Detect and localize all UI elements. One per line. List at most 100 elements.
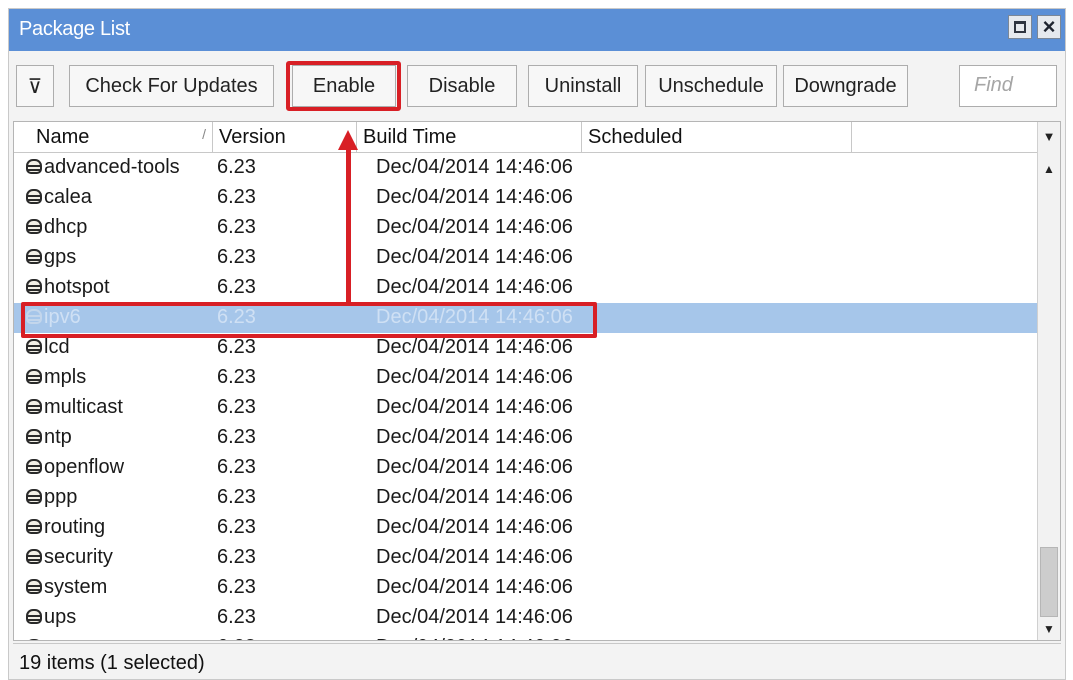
column-header-version[interactable]: Version xyxy=(213,122,357,152)
annotation-arrow-head-icon xyxy=(338,130,358,150)
package-icon xyxy=(26,189,42,204)
cell-build-time: Dec/04/2014 14:46:06 xyxy=(376,186,573,208)
column-header-name[interactable]: Name / xyxy=(14,122,213,152)
table-row[interactable]: ntp 6.23 Dec/04/2014 14:46:06 xyxy=(14,423,1039,453)
cell-name: lcd xyxy=(44,336,70,358)
find-input[interactable]: Find xyxy=(959,65,1057,107)
enable-highlight-annotation xyxy=(286,61,401,111)
table-row[interactable]: hotspot 6.23 Dec/04/2014 14:46:06 xyxy=(14,273,1039,303)
package-icon xyxy=(26,249,42,264)
scroll-thumb[interactable] xyxy=(1040,547,1058,617)
package-icon xyxy=(26,579,42,594)
package-icon xyxy=(26,279,42,294)
window-titlebar[interactable]: Package List × xyxy=(9,9,1065,51)
table-row[interactable]: ppp 6.23 Dec/04/2014 14:46:06 xyxy=(14,483,1039,513)
table-row[interactable]: 6.23 Dec/04/2014 14:46:06 xyxy=(14,633,1039,640)
package-icon xyxy=(26,489,42,504)
window-title: Package List xyxy=(19,18,130,40)
cell-version: 6.23 xyxy=(217,426,256,448)
cell-build-time: Dec/04/2014 14:46:06 xyxy=(376,336,573,358)
cell-build-time: Dec/04/2014 14:46:06 xyxy=(376,606,573,628)
cell-build-time: Dec/04/2014 14:46:06 xyxy=(376,576,573,598)
package-list-window: Package List × ⊽ Check For Updates Enabl… xyxy=(8,8,1066,680)
cell-build-time: Dec/04/2014 14:46:06 xyxy=(376,636,573,640)
scroll-up-icon[interactable]: ▲ xyxy=(1038,158,1060,180)
table-row[interactable]: system 6.23 Dec/04/2014 14:46:06 xyxy=(14,573,1039,603)
package-icon xyxy=(26,399,42,414)
cell-name: hotspot xyxy=(44,276,110,298)
cell-name: security xyxy=(44,546,113,568)
column-header-scheduled[interactable]: Scheduled xyxy=(582,122,852,152)
table-row[interactable]: advanced-tools 6.23 Dec/04/2014 14:46:06 xyxy=(14,153,1039,183)
cell-version: 6.23 xyxy=(217,246,256,268)
downgrade-button[interactable]: Downgrade xyxy=(783,65,908,107)
cell-name: ups xyxy=(44,606,77,628)
cell-name: ntp xyxy=(44,426,72,448)
column-menu-icon[interactable]: ▼ xyxy=(1038,122,1060,152)
restore-icon[interactable] xyxy=(1008,15,1032,39)
cell-version: 6.23 xyxy=(217,576,256,598)
cell-version: 6.23 xyxy=(217,186,256,208)
package-icon xyxy=(26,339,42,354)
table-row[interactable]: ups 6.23 Dec/04/2014 14:46:06 xyxy=(14,603,1039,633)
cell-version: 6.23 xyxy=(217,156,256,178)
selected-row-highlight-annotation xyxy=(21,302,597,338)
table-row[interactable]: openflow 6.23 Dec/04/2014 14:46:06 xyxy=(14,453,1039,483)
cell-version: 6.23 xyxy=(217,366,256,388)
package-icon xyxy=(26,609,42,624)
filter-icon: ⊽ xyxy=(27,75,43,98)
disable-button[interactable]: Disable xyxy=(407,65,517,107)
close-icon[interactable]: × xyxy=(1037,14,1061,39)
table-row[interactable]: gps 6.23 Dec/04/2014 14:46:06 xyxy=(14,243,1039,273)
cell-name: multicast xyxy=(44,396,123,418)
cell-build-time: Dec/04/2014 14:46:06 xyxy=(376,456,573,478)
cell-version: 6.23 xyxy=(217,276,256,298)
package-icon xyxy=(26,519,42,534)
toolbar: ⊽ Check For Updates Enable Disable Unins… xyxy=(9,51,1065,121)
table-row[interactable]: multicast 6.23 Dec/04/2014 14:46:06 xyxy=(14,393,1039,423)
sort-indicator-icon: / xyxy=(202,126,206,142)
annotation-arrow-shaft xyxy=(346,146,351,302)
cell-build-time: Dec/04/2014 14:46:06 xyxy=(376,246,573,268)
cell-build-time: Dec/04/2014 14:46:06 xyxy=(376,156,573,178)
check-for-updates-button[interactable]: Check For Updates xyxy=(69,65,274,107)
package-icon xyxy=(26,549,42,564)
table-row[interactable]: security 6.23 Dec/04/2014 14:46:06 xyxy=(14,543,1039,573)
table-row[interactable]: dhcp 6.23 Dec/04/2014 14:46:06 xyxy=(14,213,1039,243)
cell-name: dhcp xyxy=(44,216,88,238)
package-icon xyxy=(26,369,42,384)
vertical-scrollbar[interactable]: ▼ ▲ ▼ xyxy=(1037,122,1060,640)
cell-name: ppp xyxy=(44,486,78,508)
uninstall-button[interactable]: Uninstall xyxy=(528,65,638,107)
filter-button[interactable]: ⊽ xyxy=(16,65,54,107)
table-body: advanced-tools 6.23 Dec/04/2014 14:46:06 ca… xyxy=(14,153,1039,640)
cell-version: 6.23 xyxy=(217,516,256,538)
cell-name: routing xyxy=(44,516,106,538)
cell-version: 6.23 xyxy=(217,456,256,478)
cell-name: mpls xyxy=(44,366,87,388)
table-row[interactable]: routing 6.23 Dec/04/2014 14:46:06 xyxy=(14,513,1039,543)
package-icon xyxy=(26,459,42,474)
unschedule-button[interactable]: Unschedule xyxy=(645,65,777,107)
close-glyph: × xyxy=(1042,14,1056,39)
package-table: Name / Version Build Time Scheduled adva… xyxy=(13,121,1061,641)
cell-build-time: Dec/04/2014 14:46:06 xyxy=(376,276,573,298)
cell-build-time: Dec/04/2014 14:46:06 xyxy=(376,216,573,238)
table-row[interactable]: mpls 6.23 Dec/04/2014 14:46:06 xyxy=(14,363,1039,393)
cell-version: 6.23 xyxy=(217,486,256,508)
cell-name: system xyxy=(44,576,108,598)
package-icon xyxy=(26,429,42,444)
cell-build-time: Dec/04/2014 14:46:06 xyxy=(376,396,573,418)
cell-build-time: Dec/04/2014 14:46:06 xyxy=(376,546,573,568)
cell-name: gps xyxy=(44,246,77,268)
cell-version: 6.23 xyxy=(217,336,256,358)
cell-build-time: Dec/04/2014 14:46:06 xyxy=(376,366,573,388)
cell-version: 6.23 xyxy=(217,216,256,238)
cell-build-time: Dec/04/2014 14:46:06 xyxy=(376,516,573,538)
cell-build-time: Dec/04/2014 14:46:06 xyxy=(376,486,573,508)
column-header-build-time[interactable]: Build Time xyxy=(357,122,582,152)
status-bar: 19 items (1 selected) xyxy=(13,643,1061,677)
package-icon xyxy=(26,639,42,640)
scroll-down-icon[interactable]: ▼ xyxy=(1038,618,1060,640)
table-row[interactable]: calea 6.23 Dec/04/2014 14:46:06 xyxy=(14,183,1039,213)
